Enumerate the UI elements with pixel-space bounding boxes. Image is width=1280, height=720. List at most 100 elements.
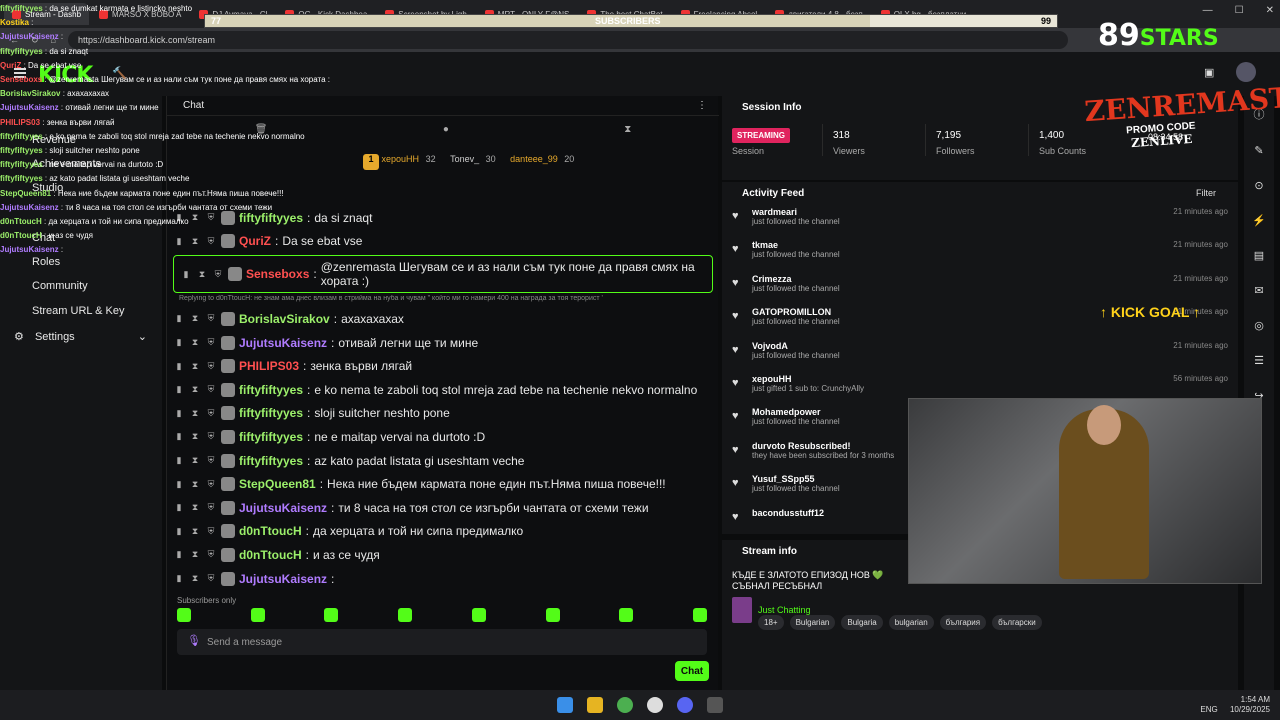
lang-indicator[interactable]: ENG bbox=[1200, 705, 1217, 714]
terminal-icon[interactable] bbox=[707, 697, 723, 713]
emote-icon[interactable] bbox=[692, 608, 707, 622]
chat-message[interactable]: ▮ ⧗ ⛨ StepQueen81: Нека ние бъдем кармата по… bbox=[173, 472, 713, 496]
shield-icon[interactable]: ⛨ bbox=[205, 361, 217, 372]
chat-username[interactable]: JujutsuKaisenz bbox=[239, 336, 327, 350]
pin-icon[interactable]: ▮ bbox=[173, 408, 185, 419]
hourglass-icon[interactable]: ⧗ bbox=[189, 573, 201, 584]
hourglass-icon[interactable]: ⧗ bbox=[189, 502, 201, 513]
broadcast-icon[interactable]: ◎ bbox=[1254, 319, 1264, 332]
emote-icon[interactable] bbox=[177, 608, 191, 622]
close-window-button[interactable]: ✕ bbox=[1266, 5, 1274, 16]
shield-icon[interactable]: ⛨ bbox=[205, 549, 217, 560]
chat-message[interactable]: ▮ ⧗ ⛨ BorislavSirakov: ахахахахах bbox=[173, 307, 713, 331]
emote-icon[interactable] bbox=[619, 608, 634, 622]
shield-icon[interactable]: ⛨ bbox=[205, 431, 217, 442]
pin-icon[interactable]: ▮ bbox=[173, 526, 185, 537]
shield-icon[interactable]: ⛨ bbox=[205, 479, 217, 490]
discord-icon[interactable] bbox=[677, 697, 693, 713]
activity-item[interactable]: ♥ VojvodA just followed the channel 21 minu… bbox=[732, 338, 1228, 371]
notes-icon[interactable]: ▤ bbox=[1254, 249, 1264, 262]
filter-button[interactable]: Filter bbox=[1196, 188, 1216, 198]
pin-icon[interactable]: ▮ bbox=[173, 479, 185, 490]
studio-icon[interactable]: ▣ bbox=[1204, 66, 1214, 79]
chat-message[interactable]: ▮ ⧗ ⛨ fiftyfiftyyes: ne e maitap vervai na d… bbox=[173, 425, 713, 449]
pin-icon[interactable]: ▮ bbox=[180, 269, 192, 280]
chat-message[interactable]: ▮ ⧗ ⛨ d0nTtoucH: и аз се чудя bbox=[173, 543, 713, 567]
emote-icon[interactable] bbox=[398, 608, 413, 622]
target-icon[interactable]: ⊙ bbox=[1254, 179, 1263, 192]
minimize-button[interactable]: — bbox=[1203, 5, 1213, 16]
hourglass-icon[interactable]: ⧗ bbox=[189, 337, 201, 348]
pin-icon[interactable]: ▮ bbox=[173, 502, 185, 513]
emote-icon[interactable] bbox=[471, 608, 486, 622]
hourglass-icon[interactable]: ⧗ bbox=[189, 313, 201, 324]
chat-message[interactable]: ▮ ⧗ ⛨ JujutsuKaisenz: ти 8 часа на тоя стол … bbox=[173, 496, 713, 520]
sidebar-item-roles[interactable]: Roles bbox=[32, 256, 60, 268]
chat-username[interactable]: StepQueen81 bbox=[239, 477, 316, 491]
more-icon[interactable]: ⋮ bbox=[697, 100, 707, 111]
chat-username[interactable]: PHILIPS03 bbox=[239, 359, 299, 373]
pin-icon[interactable]: ▮ bbox=[173, 337, 185, 348]
chat-icon[interactable]: ✉ bbox=[1254, 284, 1263, 297]
activity-item[interactable]: ♥ tkmae just followed the channel 21 minute… bbox=[732, 237, 1228, 270]
stream-tag[interactable]: 18+ bbox=[758, 615, 784, 630]
chat-username[interactable]: BorislavSirakov bbox=[239, 312, 330, 326]
edit-icon[interactable]: ✎ bbox=[1254, 144, 1263, 157]
chat-message[interactable]: ▮ ⧗ ⛨ JujutsuKaisenz: bbox=[173, 567, 713, 591]
chat-message[interactable]: ▮ ⧗ ⛨ PHILIPS03: зенка върви лягай bbox=[173, 354, 713, 378]
chrome-icon[interactable] bbox=[617, 697, 633, 713]
stream-tag[interactable]: Bulgarian bbox=[789, 615, 836, 630]
chat-message[interactable]: ▮ ⧗ ⛨ Senseboxs: @zenremasta Шегувам се и аз… bbox=[173, 255, 713, 294]
chat-username[interactable]: JujutsuKaisenz bbox=[239, 572, 327, 586]
activity-item[interactable]: ♥ Crimezza just followed the channel 21 min… bbox=[732, 271, 1228, 304]
emote-icon[interactable] bbox=[324, 608, 339, 622]
chat-username[interactable]: d0nTtoucH bbox=[239, 524, 302, 538]
chat-username[interactable]: JujutsuKaisenz bbox=[239, 501, 327, 515]
chat-username[interactable]: fiftyfiftyyes bbox=[239, 430, 303, 444]
shield-icon[interactable]: ⛨ bbox=[205, 526, 217, 537]
shield-icon[interactable]: ⛨ bbox=[205, 573, 217, 584]
shield-icon[interactable]: ⛨ bbox=[205, 455, 217, 466]
obs-icon[interactable] bbox=[647, 697, 663, 713]
maximize-button[interactable]: ☐ bbox=[1235, 5, 1244, 16]
stream-tag[interactable]: българия bbox=[939, 615, 987, 630]
send-chat-button[interactable]: Chat bbox=[675, 661, 709, 681]
chat-message[interactable]: ▮ ⧗ ⛨ JujutsuKaisenz: отивай легни ще ти мин… bbox=[173, 331, 713, 355]
pin-icon[interactable]: ▮ bbox=[173, 573, 185, 584]
hourglass-icon[interactable]: ⧗ bbox=[189, 361, 201, 372]
hourglass-icon[interactable]: ⧗ bbox=[189, 455, 201, 466]
stream-tag[interactable]: bulgarian bbox=[888, 615, 934, 630]
emote-icon[interactable] bbox=[545, 608, 560, 622]
sidebar-item-settings[interactable]: ⚙ Settings ⌄ bbox=[14, 330, 147, 343]
mic-icon[interactable]: 🎙 bbox=[187, 634, 201, 647]
start-icon[interactable] bbox=[557, 697, 573, 713]
stream-tag[interactable]: български bbox=[992, 615, 1042, 630]
emote-icon[interactable] bbox=[250, 608, 265, 622]
hourglass-icon[interactable]: ⧗ bbox=[624, 124, 631, 135]
hourglass-icon[interactable]: ⧗ bbox=[189, 479, 201, 490]
avatar[interactable] bbox=[1236, 62, 1256, 82]
shield-icon[interactable]: ⛨ bbox=[205, 384, 217, 395]
pin-icon[interactable]: ▮ bbox=[173, 431, 185, 442]
chat-message[interactable]: ▮ ⧗ ⛨ fiftyfiftyyes: e ko nema te zaboli toq… bbox=[173, 378, 713, 402]
chat-username[interactable]: fiftyfiftyyes bbox=[239, 406, 303, 420]
hourglass-icon[interactable]: ⧗ bbox=[189, 431, 201, 442]
shield-icon[interactable]: ⛨ bbox=[205, 408, 217, 419]
pin-icon[interactable]: ▮ bbox=[173, 361, 185, 372]
pin-icon[interactable]: ▮ bbox=[173, 549, 185, 560]
category-thumbnail[interactable] bbox=[732, 597, 752, 623]
hourglass-icon[interactable]: ⧗ bbox=[189, 408, 201, 419]
tray-date[interactable]: 10/29/2025 bbox=[1230, 705, 1270, 714]
pin-icon[interactable]: ▮ bbox=[173, 384, 185, 395]
stream-tag[interactable]: Bulgaria bbox=[841, 615, 883, 630]
hourglass-icon[interactable]: ⧗ bbox=[196, 269, 208, 280]
category-link[interactable]: Just Chatting bbox=[758, 605, 811, 615]
chat-username[interactable]: fiftyfiftyyes bbox=[239, 454, 303, 468]
explorer-icon[interactable] bbox=[587, 697, 603, 713]
chat-username[interactable]: fiftyfiftyyes bbox=[239, 383, 303, 397]
chat-message[interactable]: ▮ ⧗ ⛨ d0nTtoucH: да херцата и той ни сипа пр… bbox=[173, 520, 713, 544]
chat-username[interactable]: Senseboxs bbox=[246, 267, 309, 281]
chat-bubble-icon[interactable]: ● bbox=[443, 124, 449, 135]
chat-username[interactable]: d0nTtoucH bbox=[239, 548, 302, 562]
bolt-icon[interactable]: ⚡ bbox=[1252, 214, 1266, 227]
